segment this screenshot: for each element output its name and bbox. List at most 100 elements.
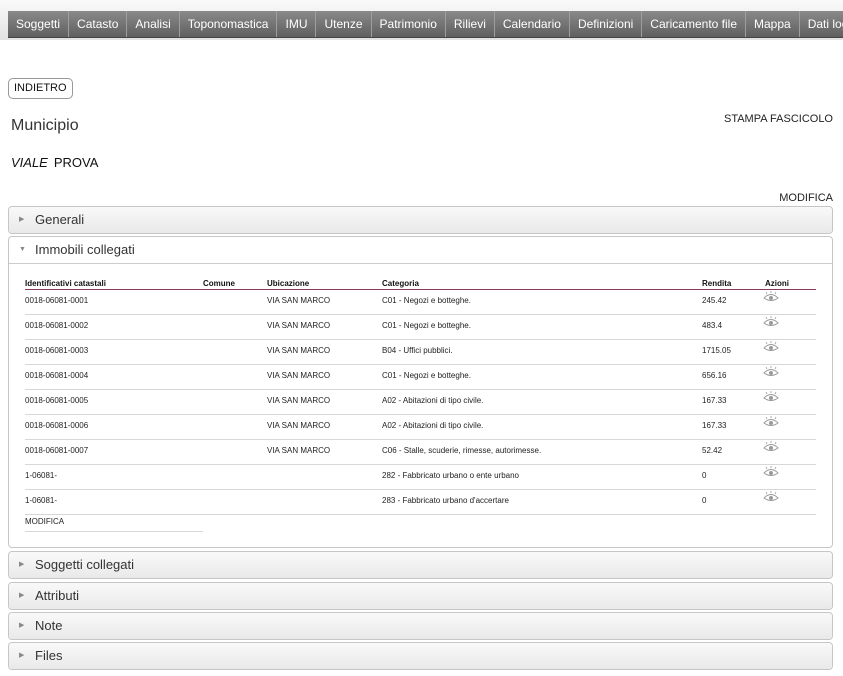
- print-dossier-link[interactable]: STAMPA FASCICOLO: [724, 113, 833, 125]
- caret-right-icon: ▶: [19, 592, 25, 599]
- eye-icon[interactable]: [763, 491, 779, 503]
- main-menu: Soggetti Catasto Analisi Toponomastica I…: [8, 11, 843, 38]
- cell-ubicazione: VIA SAN MARCO: [267, 396, 331, 405]
- table-body: 0018-06081-0001 VIA SAN MARCO C01 - Negozi…: [25, 290, 816, 515]
- menu-analisi[interactable]: Analisi: [127, 11, 180, 37]
- menu-definizioni[interactable]: Definizioni: [570, 11, 643, 37]
- address: VIALE PROVA: [11, 155, 98, 170]
- section-title: Generali: [35, 212, 85, 227]
- properties-table: Identificativi catastali Comune Ubicazio…: [25, 277, 816, 515]
- top-navigation: Soggetti Catasto Analisi Toponomastica I…: [0, 0, 843, 40]
- menu-catasto[interactable]: Catasto: [69, 11, 128, 37]
- caret-down-icon: ▼: [19, 246, 26, 253]
- menu-rilievi[interactable]: Rilievi: [446, 11, 495, 37]
- cell-rendita: 52.42: [702, 446, 723, 455]
- section-title: Immobili collegati: [35, 242, 135, 257]
- cell-categoria: C01 - Negozi e botteghe.: [382, 371, 471, 380]
- cell-rendita: 245.42: [702, 296, 727, 305]
- cell-rendita: 167.33: [702, 396, 727, 405]
- eye-icon[interactable]: [763, 466, 779, 478]
- caret-right-icon: ▶: [19, 652, 25, 659]
- section-title: Files: [35, 648, 63, 663]
- table-row: 0018-06081-0004 VIA SAN MARCO C01 - Negozi…: [25, 365, 816, 390]
- eye-icon[interactable]: [763, 291, 779, 303]
- cell-ubicazione: VIA SAN MARCO: [267, 421, 331, 430]
- section-generali: ▶ Generali: [8, 206, 833, 234]
- menu-soggetti[interactable]: Soggetti: [8, 11, 70, 37]
- cell-categoria: 283 - Fabbricato urbano d'accertare: [382, 496, 509, 505]
- menu-patrimonio[interactable]: Patrimonio: [372, 11, 446, 37]
- table-row: 0018-06081-0002 VIA SAN MARCO C01 - Negozi…: [25, 315, 816, 340]
- section-title: Note: [35, 618, 63, 633]
- back-button[interactable]: INDIETRO: [8, 78, 73, 99]
- cell-ubicazione: VIA SAN MARCO: [267, 371, 331, 380]
- section-header-immobili[interactable]: ▼ Immobili collegati: [9, 237, 832, 264]
- immobili-panel: Identificativi catastali Comune Ubicazio…: [9, 264, 832, 547]
- cell-categoria: 282 - Fabbricato urbano o ente urbano: [382, 471, 519, 480]
- cell-categoria: A02 - Abitazioni di tipo civile.: [382, 396, 484, 405]
- eye-icon[interactable]: [763, 366, 779, 378]
- cell-categoria: A02 - Abitazioni di tipo civile.: [382, 421, 484, 430]
- col-rendita: Rendita: [702, 279, 732, 288]
- section-header-note[interactable]: ▶ Note: [9, 613, 832, 639]
- eye-icon[interactable]: [763, 316, 779, 328]
- caret-right-icon: ▶: [19, 622, 25, 629]
- col-categoria: Categoria: [382, 279, 419, 288]
- cell-ubicazione: VIA SAN MARCO: [267, 321, 331, 330]
- table-header: Identificativi catastali Comune Ubicazio…: [25, 277, 816, 290]
- table-row: 0018-06081-0003 VIA SAN MARCO B04 - Uffici…: [25, 340, 816, 365]
- cell-categoria: C01 - Negozi e botteghe.: [382, 321, 471, 330]
- cell-identificativo: 1-06081-: [25, 471, 58, 480]
- table-row: 0018-06081-0001 VIA SAN MARCO C01 - Negozi…: [25, 290, 816, 315]
- section-header-attributi[interactable]: ▶ Attributi: [9, 583, 832, 609]
- edit-link[interactable]: MODIFICA: [779, 192, 833, 204]
- table-row: 0018-06081-0005 VIA SAN MARCO A02 - Abitaz…: [25, 390, 816, 415]
- table-row: 0018-06081-0006 VIA SAN MARCO A02 - Abitaz…: [25, 415, 816, 440]
- col-comune: Comune: [203, 279, 235, 288]
- cell-rendita: 656.16: [702, 371, 727, 380]
- cell-identificativo: 0018-06081-0002: [25, 321, 89, 330]
- cell-ubicazione: VIA SAN MARCO: [267, 346, 331, 355]
- cell-rendita: 167.33: [702, 421, 727, 430]
- eye-icon[interactable]: [763, 341, 779, 353]
- eye-icon[interactable]: [763, 441, 779, 453]
- col-azioni: Azioni: [765, 279, 789, 288]
- section-soggetti-collegati: ▶ Soggetti collegati: [8, 551, 833, 579]
- menu-toponomastica[interactable]: Toponomastica: [180, 11, 278, 37]
- cell-ubicazione: VIA SAN MARCO: [267, 296, 331, 305]
- menu-calendario[interactable]: Calendario: [495, 11, 570, 37]
- cell-identificativo: 0018-06081-0004: [25, 371, 89, 380]
- table-row: 0018-06081-0007 VIA SAN MARCO C06 - Stalle…: [25, 440, 816, 465]
- section-files: ▶ Files: [8, 642, 833, 670]
- cell-identificativo: 0018-06081-0003: [25, 346, 89, 355]
- table-row: 1-06081- 283 - Fabbricato urbano d'accert…: [25, 490, 816, 515]
- section-header-soggetti[interactable]: ▶ Soggetti collegati: [9, 552, 832, 578]
- cell-identificativo: 0018-06081-0007: [25, 446, 89, 455]
- eye-icon[interactable]: [763, 416, 779, 428]
- menu-caricamento-file[interactable]: Caricamento file: [642, 11, 746, 37]
- cell-identificativo: 1-06081-: [25, 496, 58, 505]
- menu-utenze[interactable]: Utenze: [316, 11, 372, 37]
- cell-categoria: B04 - Uffici pubblici.: [382, 346, 453, 355]
- cell-rendita: 0: [702, 496, 707, 505]
- cell-rendita: 483.4: [702, 321, 723, 330]
- page-title: Municipio: [11, 117, 79, 134]
- section-header-files[interactable]: ▶ Files: [9, 643, 832, 669]
- street-name: PROVA: [53, 155, 99, 170]
- caret-right-icon: ▶: [19, 216, 25, 223]
- menu-imu[interactable]: IMU: [277, 11, 317, 37]
- cell-identificativo: 0018-06081-0005: [25, 396, 89, 405]
- section-header-generali[interactable]: ▶ Generali: [9, 207, 832, 233]
- edit-properties-link[interactable]: MODIFICA: [25, 517, 203, 532]
- menu-dati-login[interactable]: Dati login: [800, 11, 843, 37]
- section-title: Soggetti collegati: [35, 557, 135, 572]
- cell-identificativo: 0018-06081-0006: [25, 421, 89, 430]
- cell-identificativo: 0018-06081-0001: [25, 296, 89, 305]
- menu-mappa[interactable]: Mappa: [746, 11, 800, 37]
- eye-icon[interactable]: [763, 391, 779, 403]
- caret-right-icon: ▶: [19, 561, 25, 568]
- cell-ubicazione: VIA SAN MARCO: [267, 446, 331, 455]
- section-note: ▶ Note: [8, 612, 833, 640]
- table-row: 1-06081- 282 - Fabbricato urbano o ente u…: [25, 465, 816, 490]
- cell-categoria: C01 - Negozi e botteghe.: [382, 296, 471, 305]
